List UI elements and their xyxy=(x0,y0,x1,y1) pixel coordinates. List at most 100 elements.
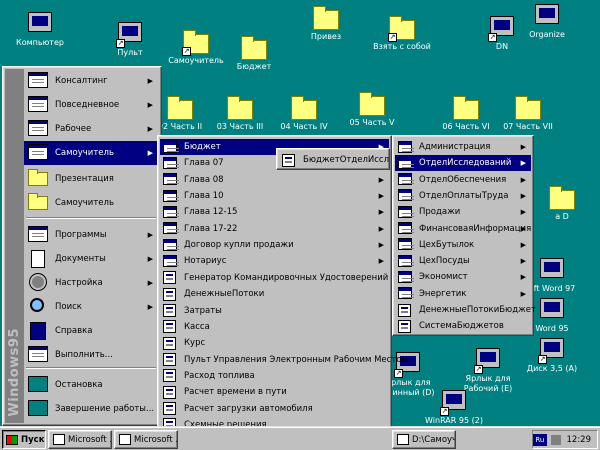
menu-item-label: Договор купли продажи xyxy=(184,240,294,251)
submenu-samouchitel-item-15[interactable]: Расчет времени в пути xyxy=(160,384,389,400)
submenu-samouchitel-item-7[interactable]: Нотариус ▶ xyxy=(160,253,389,269)
shortcut-arrow-icon: ↗ xyxy=(440,407,449,416)
menu-item-label: Затраты xyxy=(184,305,222,316)
windows95-banner: Windows95 xyxy=(7,328,22,417)
start-menu-item-7[interactable]: Документы ▶ xyxy=(24,247,158,271)
submenu-samouchitel-item-3[interactable]: Глава 10 ▶ xyxy=(160,188,389,204)
folder-icon xyxy=(224,96,256,120)
submenu-samouchitel-item-16[interactable]: Расчет загрузки автомобиля xyxy=(160,401,389,417)
help-icon xyxy=(28,322,50,340)
start-menu-item-2[interactable]: Рабочее ▶ xyxy=(24,117,158,141)
taskbar-button-label: D:\Самоуч... xyxy=(412,434,456,445)
start-menu-item-5[interactable]: Самоучитель xyxy=(24,191,158,215)
submenu-arrow-icon: ▶ xyxy=(520,208,526,217)
folder-icon xyxy=(28,169,50,188)
submenu-budget-item-9[interactable]: Энергетик ▶ xyxy=(395,286,531,302)
windows-logo-icon xyxy=(6,434,18,445)
submenu-samouchitel-item-10[interactable]: Затраты xyxy=(160,303,389,319)
desktop-icon-label: Взять с собой xyxy=(373,42,431,51)
submenu-samouchitel-item-5[interactable]: Глава 17-22 ▶ xyxy=(160,221,389,237)
desktop-icon-winrar[interactable]: ↗ WinRAR 95 (2) xyxy=(422,388,486,426)
submenu-arrow-icon: ▶ xyxy=(378,208,384,217)
menu-item-label: Экономист xyxy=(419,272,468,283)
start-menu-item-label: Консалтинг xyxy=(55,76,108,86)
submenu-arrow-icon: ▶ xyxy=(147,77,153,85)
submenu-budget-item-10[interactable]: ДенежныеПотокиБюджет xyxy=(395,302,536,318)
start-menu-item-13[interactable]: Завершение работы... xyxy=(24,397,158,421)
taskbar-button-label: Microsoft ... xyxy=(134,434,178,445)
submenu-samouchitel-item-13[interactable]: Пульт Управления Электронным Рабочим Мес… xyxy=(160,352,408,368)
submenu-budget-item-5[interactable]: ФинансоваяИнформация ▶ xyxy=(395,221,531,237)
desktop-icon-label: Диск 3,5 (A) xyxy=(526,364,578,373)
desktop-icon-part6[interactable]: 06 Часть VI xyxy=(434,96,498,132)
submenu-samouchitel-item-8[interactable]: Генератор Командировочных Удостоверений xyxy=(160,270,389,286)
program-group-icon xyxy=(398,189,414,202)
menu-item-label: ОтделИсследований xyxy=(419,158,512,169)
submenu-budget-item-1[interactable]: ОтделИсследований ▶ xyxy=(395,155,531,172)
clock[interactable]: 12:29 xyxy=(567,435,592,445)
start-menu-item-3[interactable]: Самоучитель ▶ xyxy=(24,141,158,165)
desktop-icon-vzyat[interactable]: ↗ Взять с собой xyxy=(370,16,434,52)
desktop-icon-budget[interactable]: Бюджет xyxy=(222,36,286,72)
desktop-icon-part7[interactable]: 07 Часть VII xyxy=(496,96,560,132)
document-icon xyxy=(163,287,179,301)
submenu-arrow-icon: ▶ xyxy=(520,175,526,184)
start-menu-item-label: Завершение работы... xyxy=(55,404,155,414)
start-menu-item-6[interactable]: Программы ▶ xyxy=(24,223,158,247)
submenu-samouchitel-item-11[interactable]: Касса xyxy=(160,319,389,335)
start-menu-item-12[interactable]: Остановка xyxy=(24,373,158,397)
menu-item-label: Нотариус xyxy=(184,256,227,267)
window-icon xyxy=(397,434,409,445)
program-group-icon xyxy=(163,222,179,235)
desktop-icon-part4[interactable]: 04 Часть IV xyxy=(272,96,336,132)
start-menu-item-11[interactable]: Выполнить... xyxy=(24,343,158,367)
taskbar-button-1[interactable]: Microsoft ... xyxy=(114,430,178,449)
submenu-budget-item-3[interactable]: ОтделОплатыТруда ▶ xyxy=(395,188,531,204)
submenu-arrow-icon: ▶ xyxy=(147,255,153,263)
submenu-samouchitel-item-14[interactable]: Расход топлива xyxy=(160,368,389,384)
language-indicator[interactable]: Ru xyxy=(533,433,547,446)
desktop-icon-yarlyk-e[interactable]: ↗ Ярлык для Рабочий (E) xyxy=(456,346,520,394)
desktop-icon-part5[interactable]: 05 Часть V xyxy=(340,92,404,128)
menu-item-budget-otdel-issl[interactable]: БюджетОтделИссл xyxy=(279,152,389,168)
start-menu-item-1[interactable]: Повседневное ▶ xyxy=(24,93,158,117)
start-menu-separator xyxy=(26,367,156,369)
start-menu-item-8[interactable]: Настройка ▶ xyxy=(24,271,158,295)
taskbar-button-0[interactable]: Microsoft ... xyxy=(48,430,112,449)
submenu-samouchitel-item-9[interactable]: ДенежныеПотоки xyxy=(160,286,389,302)
start-menu-item-0[interactable]: Консалтинг ▶ xyxy=(24,69,158,93)
desktop-icon-part3[interactable]: 03 Часть III xyxy=(208,96,272,132)
desktop-icon-disk35[interactable]: ↗ Диск 3,5 (A) xyxy=(520,336,584,374)
submenu-budget-item-2[interactable]: ОтделОбеспечения ▶ xyxy=(395,172,531,188)
submenu-budget-item-7[interactable]: ЦехПосуды ▶ xyxy=(395,253,531,269)
desktop-icon-samouchitel[interactable]: ↗ Самоучитель xyxy=(164,30,228,66)
submenu-samouchitel-item-6[interactable]: Договор купли продажи ▶ xyxy=(160,237,389,253)
speaker-icon[interactable] xyxy=(550,434,561,445)
desktop-icon-privez[interactable]: Привез xyxy=(294,6,358,42)
submenu-samouchitel-item-4[interactable]: Глава 12-15 ▶ xyxy=(160,204,389,220)
desktop-icon-pult[interactable]: ↗ Пульт xyxy=(98,20,162,58)
submenu-budget-item-0[interactable]: Администрация ▶ xyxy=(395,139,531,155)
start-menu-item-10[interactable]: Справка xyxy=(24,319,158,343)
submenu-samouchitel-item-12[interactable]: Курс xyxy=(160,335,389,351)
system-tray: Ru 12:29 xyxy=(532,430,598,449)
desktop-icon-label: Самоучитель xyxy=(168,56,224,65)
desktop-icon-label: 03 Часть III xyxy=(216,122,264,131)
start-label: Пуск xyxy=(21,434,45,445)
submenu-samouchitel-item-2[interactable]: Глава 08 ▶ xyxy=(160,172,389,188)
taskbar-button-2[interactable]: D:\Самоуч... xyxy=(392,430,456,449)
submenu-budget-item-4[interactable]: Продажи ▶ xyxy=(395,204,531,220)
program-group-icon xyxy=(28,120,50,138)
desktop-icon-label: Компьютер xyxy=(16,38,64,47)
submenu-budget-item-11[interactable]: СистемаБюджетов xyxy=(395,318,531,334)
submenu-budget-item-8[interactable]: Экономист ▶ xyxy=(395,269,531,285)
start-menu-item-9[interactable]: Поиск ▶ xyxy=(24,295,158,319)
submenu-budget-item-6[interactable]: ЦехБутылок ▶ xyxy=(395,237,531,253)
desktop-icon-d-partial[interactable]: а D xyxy=(530,186,594,222)
start-menu-item-4[interactable]: Презентация xyxy=(24,167,158,191)
desktop-icon-organize[interactable]: Organize xyxy=(515,2,579,40)
document-icon xyxy=(163,353,179,367)
desktop-icon-computer[interactable]: Компьютер xyxy=(8,10,72,48)
submenu-arrow-icon: ▶ xyxy=(520,143,526,151)
start-button[interactable]: Пуск xyxy=(2,430,46,449)
